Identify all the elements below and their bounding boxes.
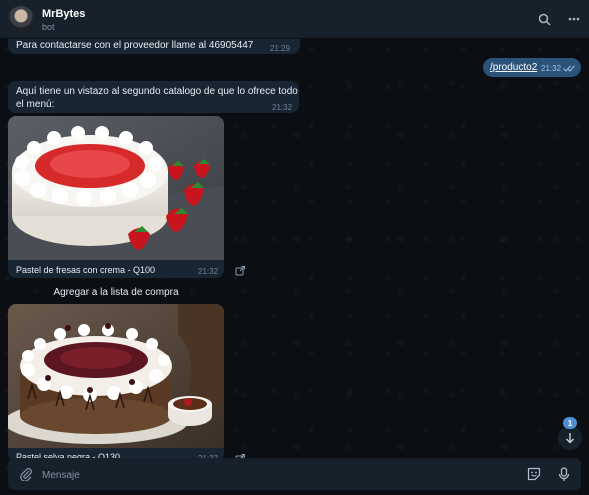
message-time: 21:32	[541, 64, 562, 73]
share-icon	[235, 265, 245, 275]
add-to-list-button[interactable]: Agregar a la lista de compra	[8, 281, 224, 303]
message-time: 21:29	[270, 44, 291, 53]
message-time: 21:32	[198, 267, 219, 276]
attach-icon	[20, 468, 32, 481]
chat-header[interactable]: MrBytes bot	[0, 0, 589, 39]
message-time: 21:32	[272, 103, 293, 112]
unread-badge: 1	[563, 417, 577, 429]
search-button[interactable]	[534, 9, 554, 29]
message-text: Aquí tiene un vistazo al segundo catalog…	[16, 86, 298, 110]
attach-button[interactable]	[18, 466, 34, 482]
sticker-icon	[527, 467, 541, 481]
search-icon	[538, 13, 551, 26]
product-photo-2[interactable]	[8, 304, 224, 448]
message-composer	[8, 458, 581, 490]
product-card-2[interactable]: Pastel selva negra - Q130 21:32	[8, 304, 224, 462]
sticker-button[interactable]	[526, 466, 542, 482]
chat-subtitle: bot	[42, 22, 55, 32]
message-input[interactable]	[40, 464, 504, 486]
more-icon	[568, 17, 580, 21]
double-check-icon	[563, 65, 575, 72]
arrow-down-icon	[566, 433, 574, 444]
voice-button[interactable]	[556, 466, 572, 482]
more-button[interactable]	[564, 9, 584, 29]
message-bubble-catalog[interactable]: Aquí tiene un vistazo al segundo catalog…	[8, 81, 299, 113]
mic-icon	[558, 466, 570, 481]
chat-title: MrBytes	[42, 8, 86, 20]
command-link[interactable]: /producto2	[490, 62, 537, 73]
product-photo-1[interactable]	[8, 116, 224, 260]
product-caption: Pastel de fresas con crema - Q100	[16, 265, 156, 275]
product-card-1[interactable]: Pastel de fresas con crema - Q100 21:32	[8, 116, 224, 278]
share-button[interactable]	[233, 263, 247, 277]
avatar[interactable]	[8, 6, 34, 32]
message-bubble-outgoing[interactable]: /producto2 21:32	[483, 58, 581, 77]
message-text: Para contactarse con el proveedor llame …	[16, 40, 254, 51]
scroll-down-button[interactable]	[558, 426, 582, 450]
